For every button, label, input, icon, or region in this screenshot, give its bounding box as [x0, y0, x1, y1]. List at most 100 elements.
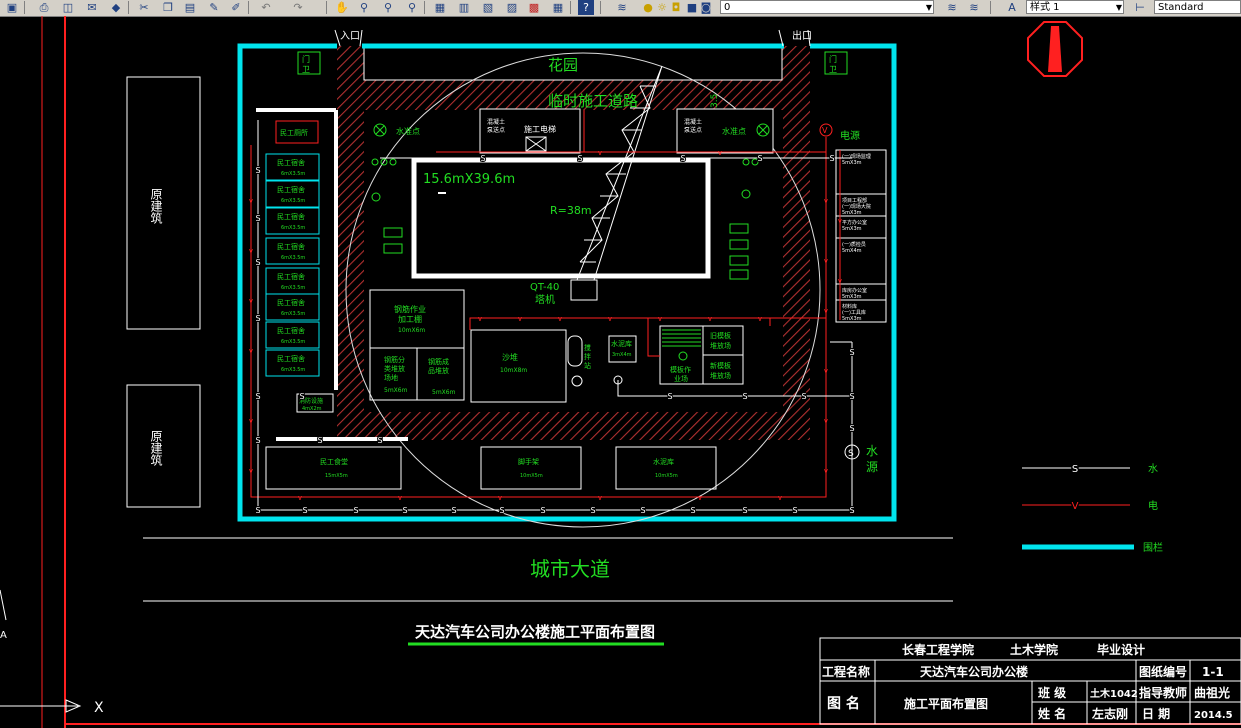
water-marker: S [849, 392, 854, 401]
office-label: (一)现场大院 [842, 203, 871, 210]
lock-icon[interactable]: ◘ [668, 0, 684, 15]
toolbar-separator [128, 1, 129, 14]
svg-text:场地: 场地 [384, 373, 398, 382]
figure-name: 施工平面布置图 [904, 696, 988, 711]
name-label: 姓 名 [1038, 706, 1066, 721]
svg-text:堆放场: 堆放场 [710, 341, 731, 350]
make-layer-current-icon[interactable]: ≋ [944, 0, 960, 15]
zoom-window-icon[interactable]: ⚲ [380, 0, 396, 15]
svg-text:堆放场: 堆放场 [710, 371, 731, 380]
power-marker: v [824, 467, 828, 475]
water-marker: S [690, 506, 695, 515]
water-marker: S [255, 314, 260, 323]
drawing-canvas[interactable]: X A 原建筑 原建筑 花园 临时施工道路 3.5 入口 出口 门 卫 门 卫 … [0, 16, 1241, 728]
preview-icon[interactable]: ◫ [60, 0, 76, 15]
sheet-set-icon[interactable]: ▨ [504, 0, 520, 15]
temp-road-label: 临时施工道路 [548, 92, 638, 110]
publish-icon[interactable]: ✉ [84, 0, 100, 15]
save-icon[interactable]: ▣ [4, 0, 20, 15]
rebar-shop-label: 钢筋作业 [394, 304, 426, 314]
water-marker: S [742, 392, 747, 401]
design-center-icon[interactable]: ▥ [456, 0, 472, 15]
dorm-size: 6mX3.5m [281, 171, 305, 177]
cement2-label: 水泥库 [611, 339, 632, 348]
office-label: 5mX3m [842, 210, 862, 216]
svg-text:源: 源 [866, 460, 878, 474]
formwork-old-label: 旧模板 [710, 331, 731, 340]
print-icon[interactable]: ⎙ [36, 0, 52, 15]
markup-icon[interactable]: ▩ [526, 0, 542, 15]
project-name: 天达汽车公司办公楼 [920, 664, 1028, 679]
toolbar-separator [24, 1, 25, 14]
canteen-label: 民工食堂 [320, 457, 348, 466]
text-style-icon[interactable]: A [1004, 0, 1020, 15]
match-properties-icon[interactable]: ✎ [206, 0, 222, 15]
power-label: 电源 [840, 129, 860, 142]
ucs-icon: X A [0, 589, 104, 716]
project-label: 工程名称 [822, 664, 870, 679]
undo-icon[interactable]: ↶ [258, 0, 274, 15]
scaffold-label: 脚手架 [518, 457, 539, 466]
water-marker: S [317, 436, 322, 445]
office-label: 5mX3m [842, 294, 862, 300]
pan-icon[interactable]: ✋ [334, 0, 350, 15]
dorm-label: 民工宿舍 [277, 298, 305, 307]
properties-icon[interactable]: ▦ [432, 0, 448, 15]
zoom-previous-icon[interactable]: ⚲ [404, 0, 420, 15]
tool-palettes-icon[interactable]: ▧ [480, 0, 496, 15]
water-marker: S [255, 392, 260, 401]
dorm-size: 6mX3.5m [281, 198, 305, 204]
block-editor-icon[interactable]: ✐ [228, 0, 244, 15]
advisor-value: 曲祖光 [1194, 685, 1230, 700]
calculator-icon[interactable]: ▦ [550, 0, 566, 15]
power-marker: v [498, 494, 502, 502]
mixer-icon [571, 375, 583, 387]
svg-text:S: S [848, 449, 854, 459]
3d-icon[interactable]: ◆ [108, 0, 124, 15]
toolbar-separator [248, 1, 249, 14]
class-label: 班 级 [1038, 685, 1066, 700]
svg-text:站: 站 [584, 361, 591, 370]
scaffold-size: 10mX5m [520, 473, 543, 479]
dorm-size: 6mX3.5m [281, 339, 305, 345]
power-marker: v [398, 494, 402, 502]
design-label: 毕业设计 [1097, 642, 1145, 657]
water-marker: S [255, 258, 260, 267]
layer-manager-icon[interactable]: ≋ [614, 0, 630, 15]
plot-icon[interactable]: ◙ [698, 0, 714, 15]
toolbar-separator [326, 1, 327, 14]
dim-style-icon[interactable]: ⊢ [1132, 0, 1148, 15]
water-marker: S [302, 506, 307, 515]
power-marker: v [478, 315, 482, 323]
water-marker: S [849, 424, 854, 433]
power-marker: v [249, 297, 253, 305]
garden-label: 花园 [548, 56, 578, 74]
copy-icon[interactable]: ❐ [160, 0, 176, 15]
water-marker: S [540, 506, 545, 515]
water-marker: S [667, 392, 672, 401]
water-marker: S [829, 154, 834, 163]
scaffold-store [480, 446, 582, 490]
layer-previous-icon[interactable]: ≋ [966, 0, 982, 15]
sand-pile [470, 329, 567, 403]
elevator-label: 施工电梯 [524, 124, 556, 134]
water-marker: S [742, 506, 747, 515]
building-size-label: 15.6mX39.6m [423, 172, 515, 187]
text-style-value: 样式 1 [1030, 2, 1060, 13]
dorm-size: 6mX3.5m [281, 225, 305, 231]
redo-icon[interactable]: ↷ [290, 0, 306, 15]
text-style-dropdown[interactable]: 样式 1 ▼ [1026, 0, 1124, 14]
paste-icon[interactable]: ▤ [182, 0, 198, 15]
dorm-label: 民工宿舍 [277, 326, 305, 335]
drawing-no: 1-1 [1202, 665, 1224, 679]
help-icon[interactable]: ? [578, 0, 594, 15]
office-label: 5mX3m [842, 316, 862, 322]
svg-text:S: S [1072, 464, 1078, 475]
dim-style-dropdown[interactable]: Standard [1154, 0, 1241, 14]
water-marker: S [299, 392, 304, 401]
layer-dropdown[interactable]: 0 ▼ [720, 0, 934, 14]
water-marker: S [577, 154, 582, 163]
cut-icon[interactable]: ✂ [136, 0, 152, 15]
concrete-right-label: 混凝土 [684, 118, 702, 126]
zoom-realtime-icon[interactable]: ⚲ [356, 0, 372, 15]
